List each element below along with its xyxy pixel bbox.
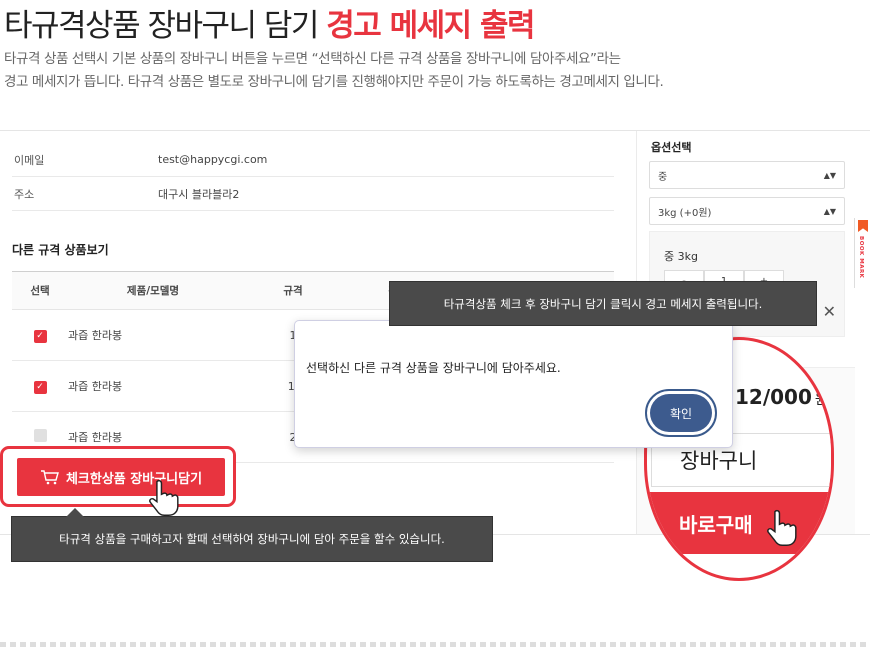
description-line-1: 타규격 상품 선택시 기본 상품의 장바구니 버튼을 누르면 “선택하신 다른 …	[4, 51, 621, 67]
other-products-title: 다른 규격 상품보기	[12, 243, 109, 257]
info-key: 이메일	[14, 153, 45, 167]
cart-button-highlight: 체크한상품 장바구니담기	[0, 446, 236, 507]
ok-button[interactable]: 확인	[650, 394, 712, 432]
info-value: test@happycgi.com	[158, 153, 268, 166]
price-tail: 000	[770, 385, 812, 409]
price-value: 12/000 원	[735, 385, 828, 409]
select-value: 중	[658, 171, 668, 183]
ok-button-highlight: 확인	[645, 389, 717, 437]
alert-dialog: 선택하신 다른 규격 상품을 장바구니에 담아주세요. 확인	[294, 320, 733, 448]
row-checkbox[interactable]: ✓	[33, 380, 47, 394]
select-value: 3kg (+0원)	[658, 207, 712, 219]
close-icon[interactable]: ✕	[823, 302, 836, 321]
alert-message: 선택하신 다른 규격 상품을 장바구니에 담아주세요.	[306, 361, 561, 375]
row-name: 과즙 한라봉	[68, 329, 123, 342]
option-select-size[interactable]: 중 ▲▼	[649, 161, 845, 189]
row-checkbox[interactable]: ✓	[33, 329, 47, 343]
row-checkbox[interactable]	[33, 429, 47, 442]
bookmark-label: BOOK MARK	[858, 236, 864, 279]
hand-cursor-icon	[149, 479, 179, 516]
page-headline: 타규격상품 장바구니 담기 경고 메세지 출력	[4, 0, 536, 45]
info-row-address: 주소 대구시 블라블라2	[12, 177, 614, 211]
info-key: 주소	[14, 187, 35, 201]
tooltip-bottom-text: 타규격 상품을 구매하고자 할때 선택하여 장바구니에 담아 주문을 할수 있습…	[59, 532, 445, 546]
hand-cursor-icon	[767, 509, 797, 546]
header-spec: 규격	[283, 285, 303, 297]
info-row-email: 이메일 test@happycgi.com	[12, 143, 614, 177]
tooltip-bottom: 타규격 상품을 구매하고자 할때 선택하여 장바구니에 담아 주문을 할수 있습…	[11, 508, 493, 562]
add-checked-to-cart-button[interactable]: 체크한상품 장바구니담기	[17, 458, 225, 496]
price-prefix: 12/	[735, 385, 771, 409]
row-name: 과즙 한라봉	[68, 431, 123, 444]
tooltip-top: 타규격상품 체크 후 장바구니 담기 클릭시 경고 메세지 출력됩니다.	[389, 281, 817, 326]
tooltip-arrow	[66, 508, 84, 517]
info-value: 대구시 블라블라2	[158, 187, 240, 201]
selected-option-name: 중 3kg	[664, 250, 698, 263]
product-info-pane: 이메일 test@happycgi.com 주소 대구시 블라블라2 다른 규격…	[12, 131, 614, 463]
updown-icon: ▲▼	[823, 170, 836, 180]
bookmark-icon	[858, 220, 868, 232]
currency: 원	[814, 392, 828, 408]
options-label: 옵션선택	[651, 141, 692, 154]
tooltip-top-text: 타규격상품 체크 후 장바구니 담기 클릭시 경고 메세지 출력됩니다.	[443, 296, 763, 311]
headline-normal: 타규격상품 장바구니 담기	[4, 8, 327, 44]
bottom-divider	[0, 642, 870, 647]
bookmark-tab[interactable]: BOOK MARK	[854, 218, 870, 288]
headline-highlight: 경고 메세지 출력	[326, 8, 535, 44]
description-line-2: 경고 메세지가 뜹니다. 타규격 상품은 별도로 장바구니에 담기를 진행해야지…	[4, 74, 664, 90]
row-name: 과즙 한라봉	[68, 380, 123, 393]
updown-icon: ▲▼	[823, 206, 836, 216]
header-select: 선택	[30, 285, 50, 297]
description: 타규격 상품 선택시 기본 상품의 장바구니 버튼을 누르면 “선택하신 다른 …	[4, 48, 864, 94]
cart-icon	[40, 470, 59, 485]
header-model: 제품/모델명	[126, 285, 180, 297]
option-select-weight[interactable]: 3kg (+0원) ▲▼	[649, 197, 845, 225]
